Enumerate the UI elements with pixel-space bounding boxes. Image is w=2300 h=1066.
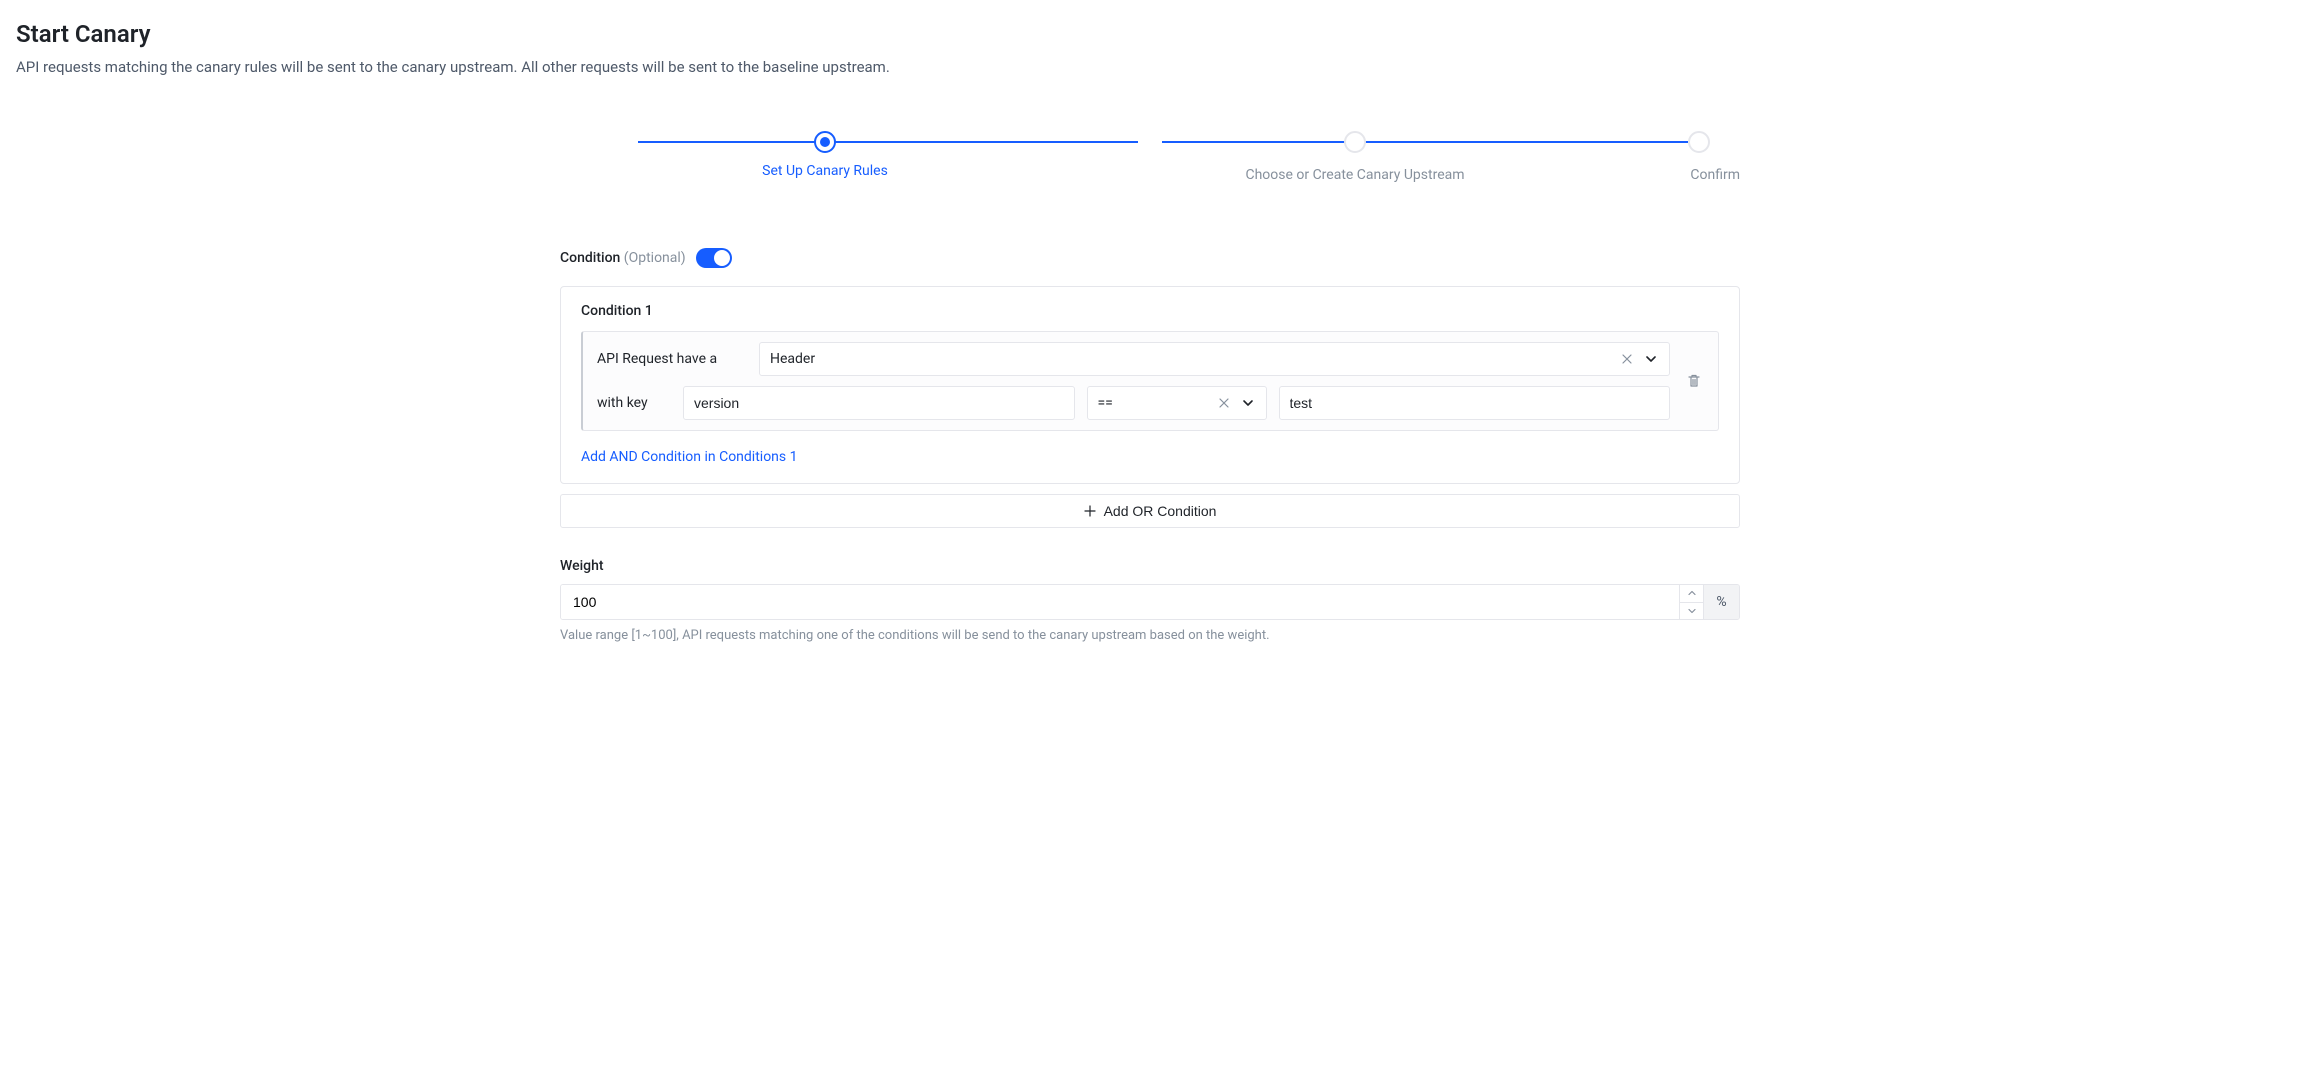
weight-stepper [1679,585,1703,619]
plus-icon [1084,505,1096,517]
add-or-label: Add OR Condition [1104,503,1217,519]
stepper-line [1162,141,1688,143]
stepper-line [638,141,1138,143]
rule-label-have-a: API Request have a [597,351,747,367]
step-setup-rules[interactable]: Set Up Canary Rules [560,131,1090,179]
weight-input[interactable] [561,585,1679,619]
page-subtitle: API requests matching the canary rules w… [16,58,2284,76]
rule-row-key: with key == [597,386,1670,420]
rule-key-input[interactable] [683,386,1075,420]
weight-help-text: Value range [1~100], API requests matchi… [560,628,1740,643]
rule-operator-value: == [1098,395,1113,411]
rule-box: API Request have a Header [581,331,1719,431]
chevron-down-icon [1688,608,1696,614]
condition-optional: (Optional) [624,250,686,266]
clear-icon[interactable] [1216,395,1232,411]
weight-label: Weight [560,558,1740,574]
step-circle-icon [1688,131,1710,153]
rule-label-with-key: with key [597,395,671,411]
step-label: Confirm [1620,167,1740,183]
rule-type-select[interactable]: Header [759,342,1670,376]
chevron-down-icon[interactable] [1240,395,1256,411]
delete-rule-button[interactable] [1684,371,1704,391]
trash-icon [1686,373,1702,389]
rule-value-field[interactable] [1290,395,1660,411]
rule-type-value: Header [770,351,815,367]
condition-title: Condition 1 [581,303,1719,319]
rule-key-field[interactable] [694,395,1064,411]
step-circle-icon [814,131,836,153]
add-and-condition-link[interactable]: Add AND Condition in Conditions 1 [581,449,797,465]
rule-value-input[interactable] [1279,386,1671,420]
page-title: Start Canary [16,20,2284,48]
step-choose-upstream[interactable]: Choose or Create Canary Upstream [1090,131,1620,183]
add-or-condition-button[interactable]: Add OR Condition [560,494,1740,528]
rule-operator-select[interactable]: == [1087,386,1267,420]
weight-unit: % [1703,585,1739,619]
stepper: Set Up Canary Rules Choose or Create Can… [560,131,1740,183]
condition-label: Condition [560,250,620,266]
step-label: Set Up Canary Rules [560,163,1090,179]
clear-icon[interactable] [1619,351,1635,367]
step-circle-icon [1344,131,1366,153]
condition-toggle[interactable] [696,248,732,268]
step-confirm[interactable]: Confirm [1620,131,1740,183]
weight-decrement-button[interactable] [1680,603,1703,620]
chevron-down-icon[interactable] [1643,351,1659,367]
step-label: Choose or Create Canary Upstream [1090,167,1620,183]
condition-card: Condition 1 API Request have a Header [560,286,1740,484]
condition-section-header: Condition (Optional) [560,248,1740,268]
rule-row-type: API Request have a Header [597,342,1670,376]
chevron-up-icon [1688,590,1696,596]
weight-increment-button[interactable] [1680,585,1703,603]
weight-input-wrap: % [560,584,1740,620]
